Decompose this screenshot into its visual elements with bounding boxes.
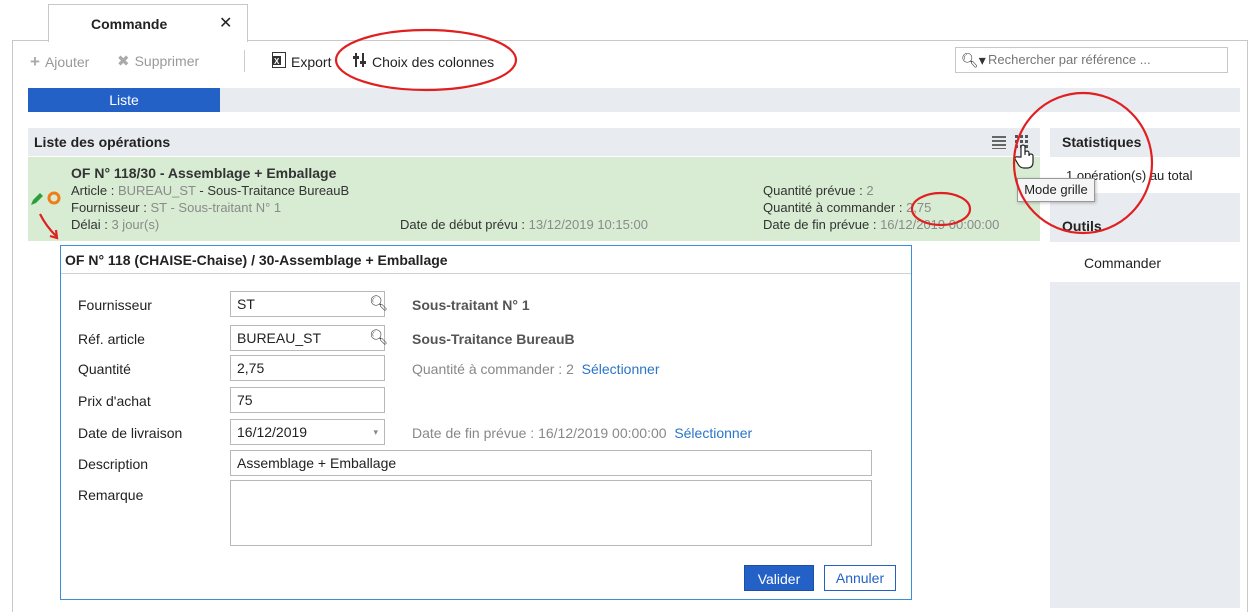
article-field-label: Réf. article: [78, 331, 145, 347]
remark-field[interactable]: [230, 480, 872, 546]
operation-qty-order: Quantité à commander : 2,75: [763, 200, 931, 215]
tab-liste[interactable]: Liste: [28, 88, 220, 112]
start-label: Date de début prévu :: [400, 217, 529, 232]
edit-pencil-icon[interactable]: [30, 192, 44, 209]
search-box[interactable]: 🔍︎▾: [955, 47, 1228, 73]
article-field[interactable]: BUREAU_ST: [230, 325, 385, 351]
operation-supplier: Fournisseur : ST - Sous-traitant N° 1: [71, 200, 281, 215]
description-field[interactable]: Assemblage + Emballage: [230, 450, 872, 476]
search-icon[interactable]: 🔍︎▾: [961, 52, 986, 69]
delete-icon: ✖: [117, 53, 130, 70]
chevron-down-icon[interactable]: ▾: [373, 420, 378, 444]
export-label: Export: [291, 53, 332, 70]
toolbar-divider: [244, 50, 245, 72]
add-label: Ajouter: [44, 54, 90, 70]
operation-end: Date de fin prévue : 16/12/2019 00:00:00: [763, 217, 999, 232]
date-field-label: Date de livraison: [78, 425, 183, 441]
qty-hint-text: Quantité à commander : 2: [412, 361, 574, 377]
dialog-divider: [61, 273, 911, 274]
qty-order-label: Quantité à commander :: [763, 200, 907, 215]
description-field-label: Description: [78, 456, 149, 472]
svg-text:X: X: [274, 57, 280, 66]
price-field[interactable]: 75: [230, 387, 385, 413]
operation-qty-planned: Quantité prévue : 2: [763, 183, 874, 198]
end-value: 16/12/2019 00:00:00: [880, 217, 1000, 232]
excel-icon: X: [272, 52, 286, 71]
supplier-value: ST - Sous-traitant N° 1: [150, 200, 282, 215]
article-desc: Sous-Traitance BureauB: [412, 331, 575, 347]
supplier-search-icon[interactable]: 🔍︎: [369, 294, 388, 312]
mode-grille-tooltip: Mode grille: [1017, 178, 1095, 202]
search-input[interactable]: [988, 52, 1223, 67]
price-field-label: Prix d'achat: [78, 393, 151, 409]
delete-label: Supprimer: [134, 53, 200, 69]
status-circle-icon: [47, 191, 61, 208]
date-hint-text: Date de fin prévue : 16/12/2019 00:00:00: [412, 425, 667, 441]
select-date-link[interactable]: Sélectionner: [674, 425, 752, 441]
article-desc: - Sous-Traitance BureauB: [195, 183, 350, 198]
tab-commande[interactable]: Commande ✕: [48, 4, 248, 42]
operation-start: Date de début prévu : 13/12/2019 10:15:0…: [400, 217, 648, 232]
supplier-label: Fournisseur :: [71, 200, 151, 215]
supplier-field[interactable]: ST: [230, 291, 385, 317]
commander-action[interactable]: Commander: [1084, 255, 1161, 271]
end-label: Date de fin prévue :: [763, 217, 881, 232]
remark-field-label: Remarque: [78, 487, 144, 503]
qty-field-label: Quantité: [78, 361, 131, 377]
stats-title: Statistiques: [1062, 134, 1142, 150]
delay-value: 3 jour(s): [111, 217, 160, 232]
columns-button[interactable]: Choix des colonnes: [353, 52, 494, 71]
panel-title: Liste des opérations: [34, 134, 171, 150]
qty-field[interactable]: 2,75: [230, 355, 385, 381]
qty-order-value: 2,75: [906, 200, 932, 215]
close-icon[interactable]: ✕: [219, 13, 232, 33]
tools-box: Commander: [1050, 242, 1240, 282]
export-button[interactable]: X Export: [272, 52, 331, 71]
plus-icon: +: [30, 52, 40, 71]
qty-planned-value: 2: [866, 183, 874, 198]
article-search-icon[interactable]: 🔍︎: [369, 328, 388, 346]
panel-header: [28, 128, 1040, 156]
dialog-title: OF N° 118 (CHAISE-Chaise) / 30-Assemblag…: [65, 252, 448, 268]
tab-label: Commande: [91, 16, 168, 32]
cancel-button[interactable]: Annuler: [824, 565, 896, 591]
supplier-desc: Sous-traitant N° 1: [412, 297, 530, 313]
tools-title: Outils: [1062, 218, 1102, 234]
operation-title: OF N° 118/30 - Assemblage + Emballage: [71, 165, 337, 181]
validate-button[interactable]: Valider: [744, 565, 814, 591]
columns-label: Choix des colonnes: [372, 53, 495, 70]
delete-button[interactable]: ✖ Supprimer: [117, 52, 199, 70]
date-field[interactable]: 16/12/2019 ▾: [230, 419, 385, 445]
article-label: Article :: [71, 183, 118, 198]
columns-icon: [353, 52, 367, 71]
qty-hint: Quantité à commander : 2 Sélectionner: [412, 361, 659, 377]
date-hint: Date de fin prévue : 16/12/2019 00:00:00…: [412, 425, 752, 441]
list-view-icon[interactable]: [992, 135, 1006, 149]
add-button[interactable]: + Ajouter: [30, 52, 89, 72]
supplier-field-label: Fournisseur: [78, 297, 152, 313]
hand-cursor-icon: [1014, 144, 1036, 173]
operation-article: Article : BUREAU_ST - Sous-Traitance Bur…: [71, 183, 349, 198]
operation-delay: Délai : 3 jour(s): [71, 217, 159, 232]
delay-label: Délai :: [71, 217, 112, 232]
article-value: BUREAU_ST: [117, 183, 196, 198]
date-value: 16/12/2019: [237, 424, 308, 440]
select-qty-link[interactable]: Sélectionner: [582, 361, 660, 377]
start-value: 13/12/2019 10:15:00: [528, 217, 648, 232]
qty-planned-label: Quantité prévue :: [763, 183, 867, 198]
